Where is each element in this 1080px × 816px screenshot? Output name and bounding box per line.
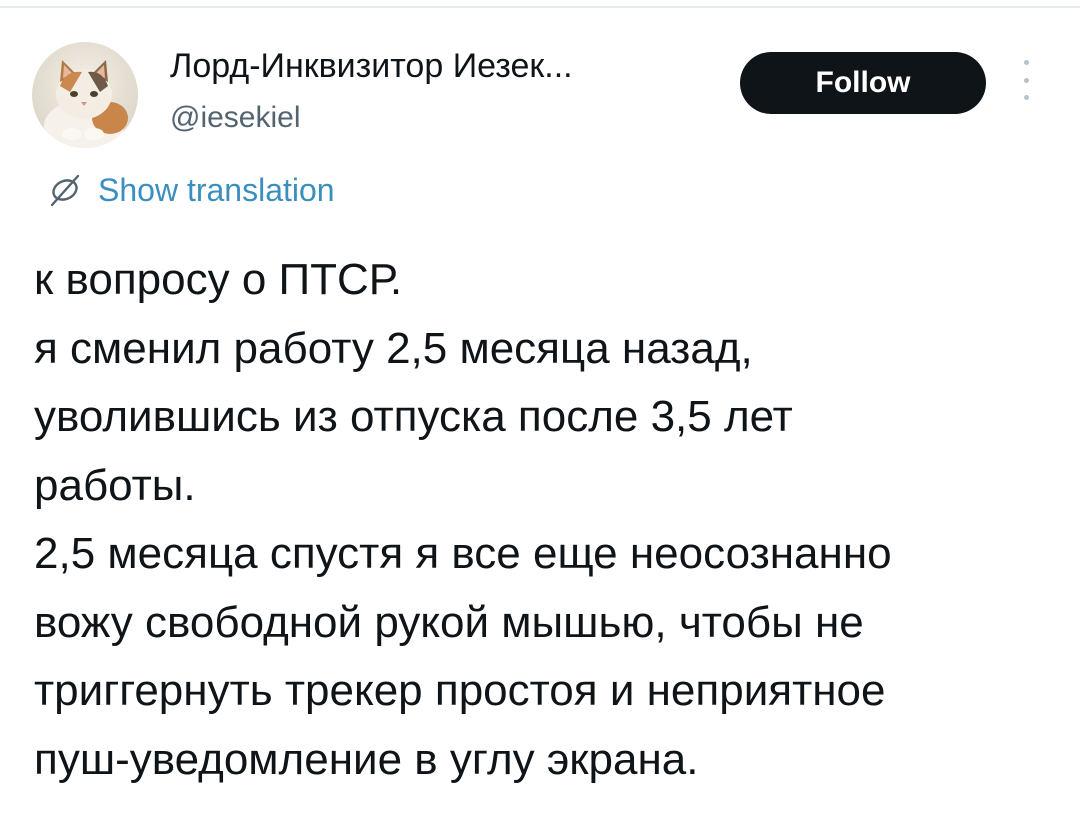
follow-button[interactable]: Follow [740, 52, 986, 114]
tweet-text-line: работы. [34, 460, 196, 510]
more-icon-dot [1023, 95, 1029, 100]
tweet-text-line: 2,5 месяца спустя я все еще неосознанно [34, 529, 892, 578]
more-vertical-icon[interactable] [1018, 60, 1034, 100]
tweet-text-line: пуш-уведомление в углу экрана. [34, 734, 699, 784]
tweet-text: к вопросу о ПТСР. я сменил работу 2,5 ме… [34, 246, 1054, 794]
author-handle[interactable]: @iesekiel [170, 100, 301, 136]
cat-avatar-image [32, 42, 138, 148]
show-translation-label: Show translation [98, 171, 335, 208]
tweet-text-line: триггернуть трекер простоя и неприятное [34, 666, 886, 715]
tweet-text-line: к вопросу о ПТСР. [34, 255, 403, 304]
author-display-name[interactable]: Лорд-Инквизитор Иезек... [170, 46, 573, 86]
avatar[interactable] [32, 42, 138, 148]
tweet-text-line: уволившись из отпуска после 3,5 лет [34, 392, 793, 441]
globe-slash-icon [50, 174, 80, 207]
tweet-card: Лорд-Инквизитор Иезек... @iesekiel Follo… [0, 0, 1080, 816]
tweet-text-line: я сменил работу 2,5 месяца назад, [34, 323, 753, 373]
more-icon-dot [1023, 77, 1029, 83]
show-translation-link[interactable]: Show translation [46, 168, 335, 212]
more-icon-dot [1023, 60, 1029, 65]
tweet-text-line: вожу свободной рукой мышью, чтобы не [34, 597, 864, 647]
